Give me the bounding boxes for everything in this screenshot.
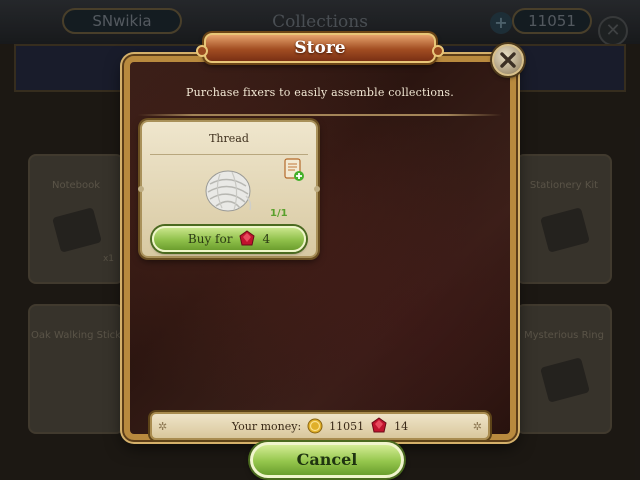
item-divider — [150, 154, 308, 155]
card-nub-left — [138, 186, 144, 192]
decor-star-icon: ✲ — [158, 420, 168, 433]
cancel-button[interactable]: Cancel — [250, 442, 404, 478]
card-nub-right — [314, 186, 320, 192]
close-icon — [500, 52, 516, 68]
thread-ball-icon — [205, 170, 252, 212]
buy-button[interactable]: Buy for 4 — [152, 226, 306, 252]
cancel-button-label: Cancel — [296, 450, 358, 469]
item-name: Thread — [209, 132, 249, 145]
store-title: Store — [294, 38, 346, 58]
buy-button-label: Buy for — [187, 232, 233, 246]
store-item-card: Thread 1/1 Buy for 4 — [138, 120, 320, 258]
money-bar: ✲ ✲ Your money: 11051 14 — [150, 412, 490, 440]
money-rubies: 14 — [394, 419, 409, 433]
decor-star-icon: ✲ — [472, 420, 482, 433]
close-button[interactable] — [492, 44, 524, 76]
money-label: Your money: — [231, 419, 302, 433]
store-subtitle: Purchase fixers to easily assemble colle… — [186, 86, 454, 99]
ruby-icon — [239, 230, 256, 246]
item-owned-count: 1/1 — [270, 208, 288, 219]
money-coins: 11051 — [329, 419, 365, 433]
store-title-banner: Store — [196, 33, 444, 63]
coin-icon — [307, 418, 323, 434]
recipe-scroll-icon[interactable] — [284, 158, 304, 182]
ruby-icon — [371, 417, 387, 433]
store-divider — [138, 114, 502, 116]
buy-price: 4 — [262, 232, 271, 246]
